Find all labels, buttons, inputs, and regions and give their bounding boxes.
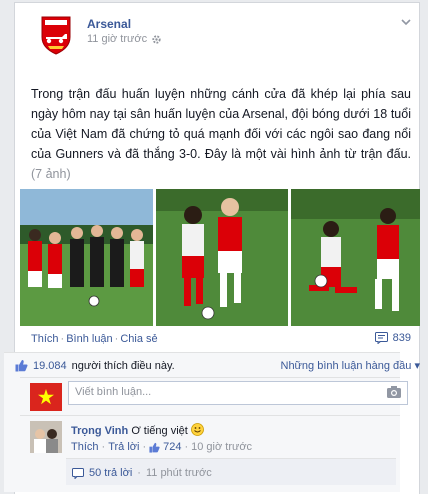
thumbs-up-icon (149, 442, 160, 453)
photo-2[interactable] (156, 189, 288, 326)
comment-sort-dropdown[interactable]: Những bình luận hàng đầu ▾ (281, 359, 421, 372)
like-link[interactable]: Thích (31, 333, 59, 345)
post-timestamp[interactable]: 11 giờ trước (87, 33, 147, 45)
camera-icon[interactable] (386, 385, 402, 399)
share-link[interactable]: Chia sẻ (120, 333, 157, 345)
post-text: Trong trận đấu huấn luyện những cánh cửa… (31, 87, 411, 161)
post-body: Trong trận đấu huấn luyện những cánh cửa… (31, 84, 411, 184)
comment-actions: Thích · Trả lời · 724 · 10 giờ trước (71, 441, 252, 453)
likes-text: người thích điều này. (71, 359, 175, 372)
likes-summary: 19.084 người thích điều này. (15, 359, 175, 372)
replies-summary: 50 trả lời · 11 phút trước (72, 467, 212, 479)
separator: · (101, 441, 106, 453)
comment-icon (374, 332, 388, 344)
separator: · (184, 441, 189, 453)
thumbs-up-icon (15, 360, 28, 372)
smiley-emoticon-icon (190, 423, 204, 436)
comment-input[interactable] (69, 382, 381, 402)
separator: · (60, 333, 65, 345)
comment-count[interactable]: 839 (374, 332, 411, 344)
divider (20, 377, 400, 378)
arsenal-crest-avatar[interactable] (34, 13, 78, 57)
current-user-avatar (30, 383, 62, 411)
photo-3[interactable] (291, 189, 420, 326)
comment-count-value: 839 (392, 332, 411, 344)
view-replies-link[interactable]: 50 trả lời (89, 467, 132, 479)
comment-like-count[interactable]: 724 (163, 441, 181, 453)
comment-link[interactable]: Bình luận (66, 333, 112, 345)
photo-1[interactable] (20, 189, 153, 326)
post-actions: Thích · Bình luận · Chia sẻ (31, 333, 158, 345)
divider (20, 415, 400, 416)
separator: · (137, 467, 141, 479)
likes-count-link[interactable]: 19.084 (33, 360, 67, 372)
replies-timestamp: 11 phút trước (145, 467, 212, 479)
comment-timestamp[interactable]: 10 giờ trước (191, 441, 252, 453)
page-name-link[interactable]: Arsenal (87, 17, 131, 31)
chevron-down-icon[interactable] (399, 15, 413, 29)
gear-icon (152, 34, 161, 44)
comment-like-link[interactable]: Thích (71, 441, 99, 453)
comment-text: Ơ tiếng việt (131, 425, 188, 437)
comment-content: Trọng Vinh Ơ tiếng việt (71, 423, 204, 437)
separator: · (114, 333, 119, 345)
separator: · (142, 441, 147, 453)
reply-arrow-icon (72, 467, 84, 479)
post-meta: 11 giờ trước (87, 33, 162, 45)
comment-input-box[interactable] (68, 381, 408, 405)
photo-count-link[interactable]: (7 ảnh) (31, 167, 71, 181)
comment-author-link[interactable]: Trọng Vinh (71, 425, 128, 437)
comment-reply-link[interactable]: Trả lời (108, 441, 139, 453)
commenter-avatar[interactable] (30, 421, 62, 453)
